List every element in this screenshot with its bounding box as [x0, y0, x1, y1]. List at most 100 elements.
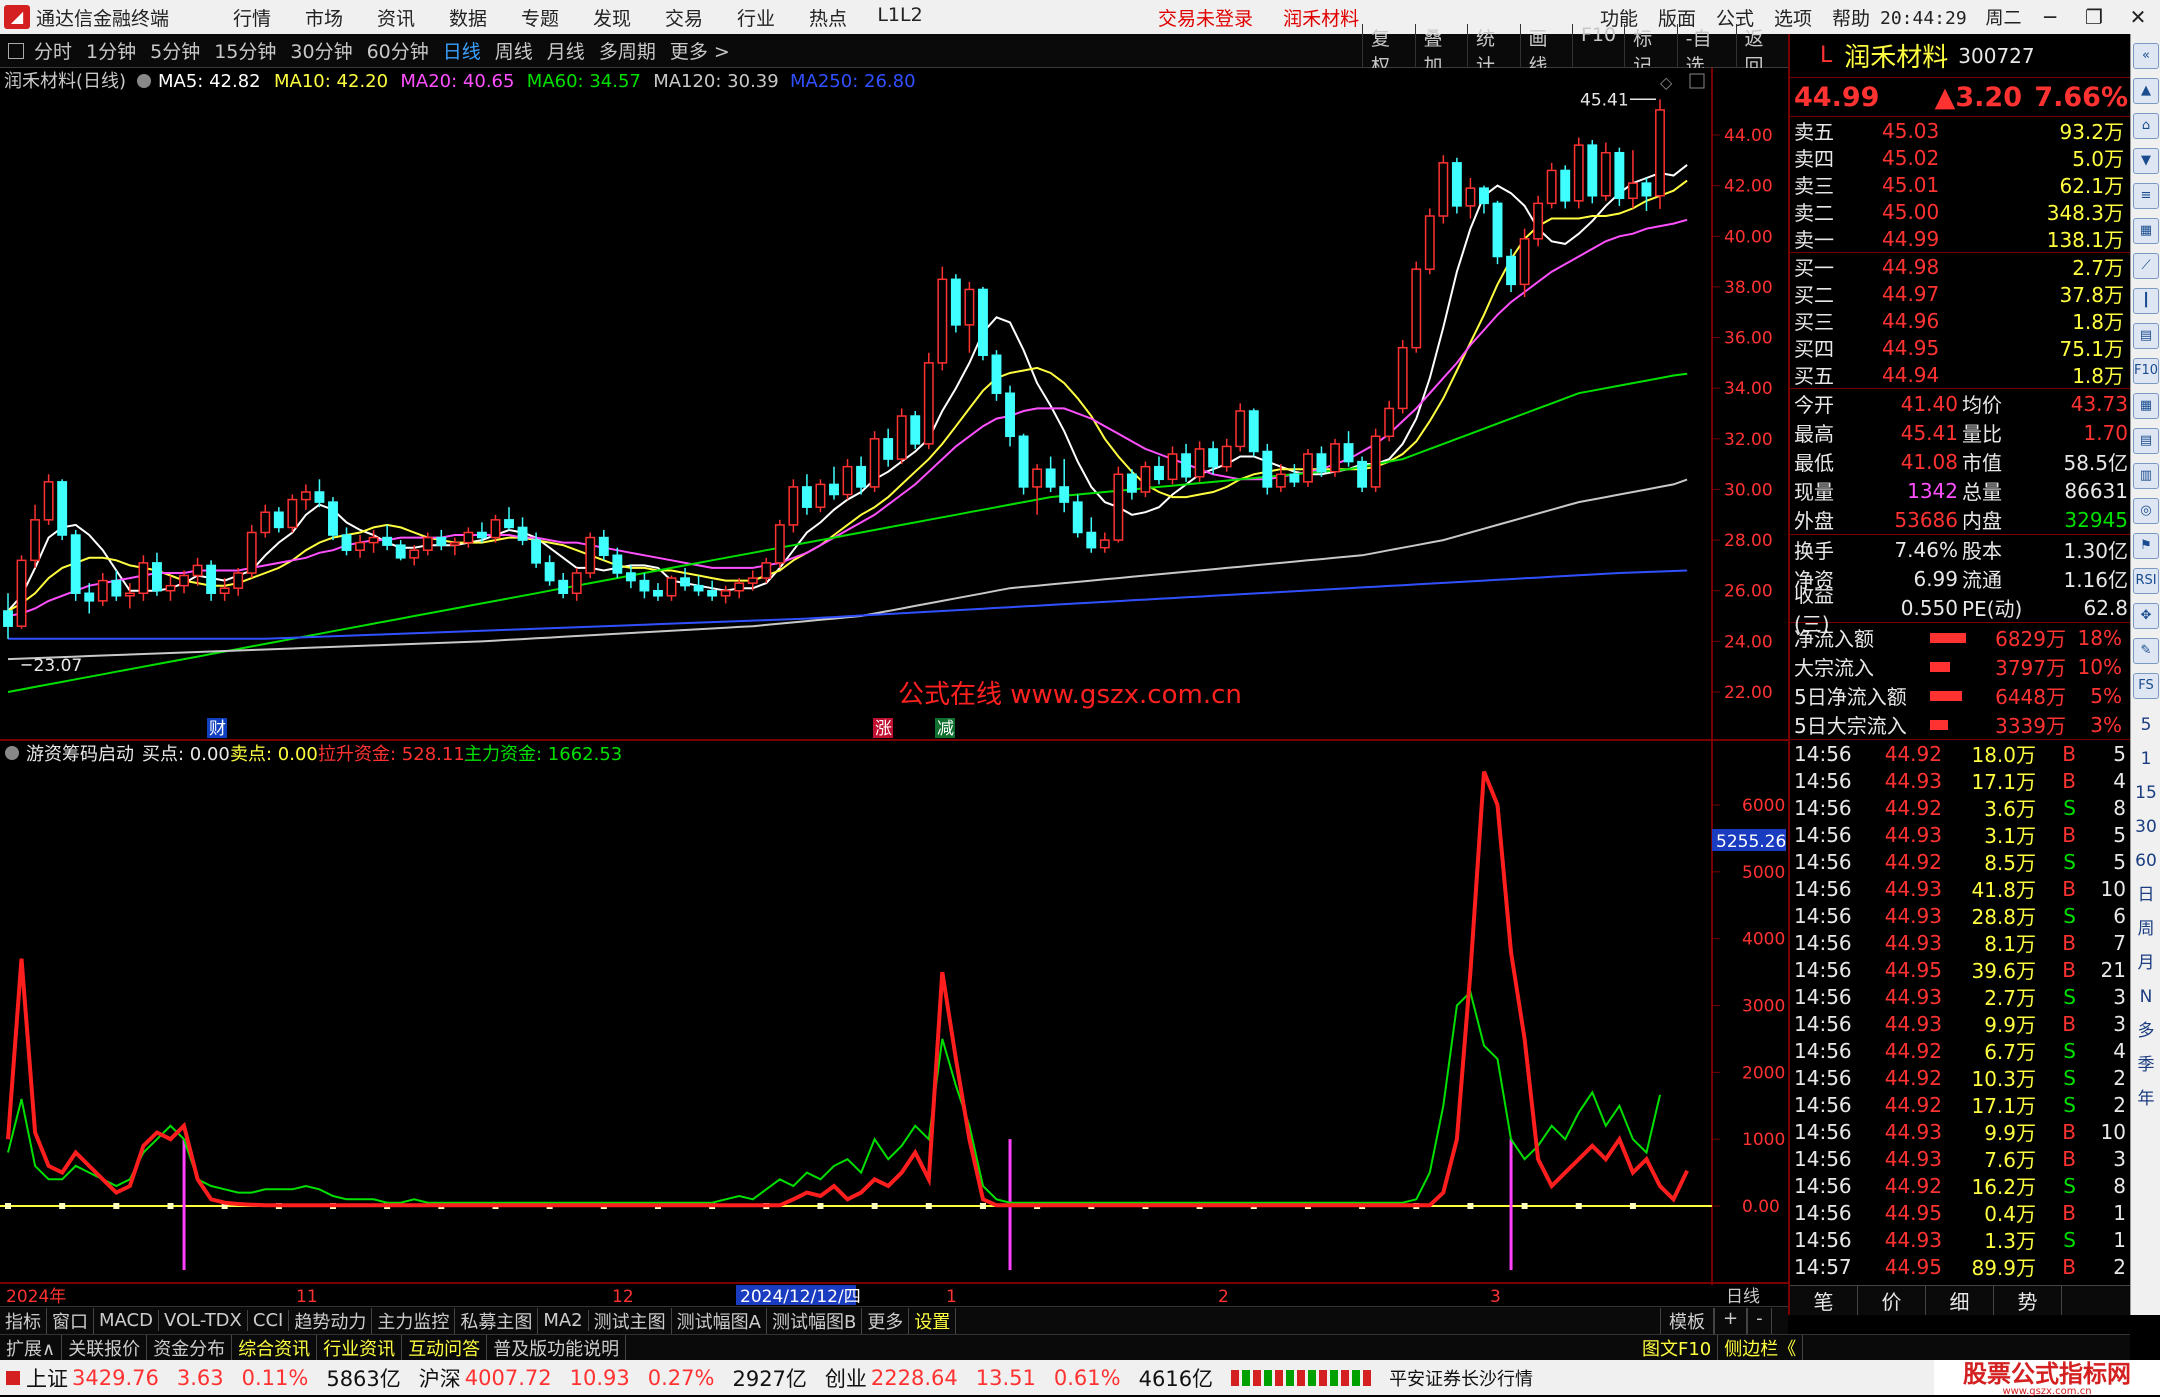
indicator-tab[interactable]: 更多: [862, 1307, 910, 1334]
period-tab[interactable]: 分时: [34, 37, 72, 64]
quote-stock-name[interactable]: 润禾材料: [1844, 37, 1948, 74]
nav-up-icon[interactable]: ▲: [2133, 78, 2159, 104]
circle-icon[interactable]: ◎: [2133, 498, 2159, 524]
extension-tab[interactable]: 综合资讯: [232, 1334, 318, 1361]
template-button[interactable]: 模板: [1660, 1307, 1714, 1334]
period-tab[interactable]: 多周期: [599, 37, 656, 64]
side-period-button[interactable]: 60: [2131, 844, 2160, 878]
move-icon[interactable]: ✥: [2133, 603, 2159, 629]
current-stock-link[interactable]: 润禾材料: [1283, 8, 1359, 30]
layout-toggle-icon[interactable]: [8, 42, 24, 59]
indicator-tab[interactable]: 私募主图: [455, 1307, 539, 1334]
menu-item[interactable]: 热点: [792, 4, 864, 31]
extension-tab[interactable]: 扩展∧: [0, 1334, 63, 1361]
pen-icon[interactable]: ✎: [2133, 638, 2159, 664]
period-tab-daily[interactable]: 日线: [443, 37, 481, 64]
restore-icon[interactable]: ❐: [2072, 0, 2116, 34]
period-tab[interactable]: 30分钟: [290, 37, 352, 64]
template-button[interactable]: +: [1714, 1307, 1748, 1334]
indicator-tab[interactable]: 指标: [0, 1307, 47, 1334]
indicator-tab[interactable]: 测试幅图A: [672, 1307, 767, 1334]
menu-item[interactable]: 发现: [576, 4, 648, 31]
period-tab[interactable]: 5分钟: [150, 37, 200, 64]
candle-icon[interactable]: ┃: [2133, 288, 2159, 314]
side-period-button[interactable]: 月: [2131, 946, 2160, 980]
quote-tab[interactable]: 细: [1926, 1286, 1994, 1315]
list-icon[interactable]: ≡: [2133, 183, 2159, 209]
chart-area[interactable]: 润禾材料(日线) MA5: 42.82 MA10: 42.20 MA20: 40.6…: [0, 68, 1788, 1315]
indicator-tab[interactable]: 设置: [909, 1307, 957, 1334]
side-period-button[interactable]: 1: [2131, 742, 2160, 776]
side-period-button[interactable]: 日: [2131, 878, 2160, 912]
indicator-tab[interactable]: CCI: [248, 1310, 290, 1331]
side-period-button[interactable]: 15: [2131, 776, 2160, 810]
side-period-button[interactable]: 多: [2131, 1014, 2160, 1048]
quote-tab[interactable]: 价: [1858, 1286, 1926, 1315]
indicator-tab[interactable]: 窗口: [47, 1307, 94, 1334]
indicator-settings-icon[interactable]: [5, 746, 19, 760]
indicator-tab[interactable]: MACD: [94, 1310, 159, 1331]
side-period-button[interactable]: 年: [2131, 1082, 2160, 1116]
flag-icon[interactable]: ⚑: [2133, 533, 2159, 559]
indicator-tab[interactable]: MA2: [538, 1310, 589, 1331]
extension-right-button[interactable]: 侧边栏《: [1718, 1334, 1804, 1361]
fs-icon[interactable]: FS: [2133, 673, 2159, 699]
table-icon[interactable]: ▦: [2133, 218, 2159, 244]
calc-icon[interactable]: ▤: [2133, 428, 2159, 454]
period-tab[interactable]: 60分钟: [367, 37, 429, 64]
side-period-button[interactable]: 周: [2131, 912, 2160, 946]
close-icon[interactable]: ✕: [2116, 0, 2160, 34]
minimize-icon[interactable]: ─: [2028, 0, 2072, 34]
nav-down-icon[interactable]: ▼: [2133, 148, 2159, 174]
diamond-icon[interactable]: ◇: [1660, 73, 1673, 92]
menu-item[interactable]: 数据: [432, 4, 504, 31]
kline-chart[interactable]: 润禾材料(日线) MA5: 42.82 MA10: 42.20 MA20: 40.6…: [0, 68, 1788, 1307]
menu-item[interactable]: 专题: [504, 4, 576, 31]
quote-tab[interactable]: 势: [1994, 1286, 2062, 1315]
collapse-icon[interactable]: «: [2133, 43, 2159, 69]
more-periods-button[interactable]: 更多 >: [670, 37, 730, 64]
cy-name[interactable]: 创业: [825, 1363, 867, 1393]
side-period-button[interactable]: 30: [2131, 810, 2160, 844]
menu-item[interactable]: 交易: [648, 4, 720, 31]
extension-tab[interactable]: 普及版功能说明: [487, 1334, 627, 1361]
pool-icon[interactable]: ▥: [2133, 463, 2159, 489]
sh-name[interactable]: 上证: [26, 1363, 68, 1393]
indicator-tab[interactable]: 测试主图: [589, 1307, 672, 1334]
trade-login-link[interactable]: 交易未登录: [1158, 8, 1253, 30]
template-button[interactable]: -: [1747, 1307, 1772, 1334]
f10-icon[interactable]: F10: [2133, 358, 2159, 384]
legend-settings-icon[interactable]: [137, 74, 151, 88]
menu-item[interactable]: 行业: [720, 4, 792, 31]
quote-tab[interactable]: 笔: [1790, 1286, 1858, 1315]
period-tab[interactable]: 周线: [495, 37, 533, 64]
side-period-button[interactable]: 5: [2131, 708, 2160, 742]
indicator-tab[interactable]: 趋势动力: [289, 1307, 373, 1334]
chart-line-icon[interactable]: ⟋: [2133, 253, 2159, 279]
period-tab[interactable]: 月线: [547, 37, 585, 64]
extension-tab[interactable]: 关联报价: [62, 1334, 148, 1361]
menu-item[interactable]: 帮助: [1822, 4, 1880, 31]
hs-name[interactable]: 沪深: [419, 1363, 461, 1393]
menu-item[interactable]: 资讯: [360, 4, 432, 31]
extension-tab[interactable]: 行业资讯: [317, 1334, 403, 1361]
period-tab[interactable]: 15分钟: [214, 37, 276, 64]
extension-right-button[interactable]: 图文F10: [1636, 1334, 1719, 1361]
extension-tab[interactable]: 资金分布: [147, 1334, 233, 1361]
extension-tab[interactable]: 互动问答: [402, 1334, 488, 1361]
news-icon[interactable]: ▤: [2133, 323, 2159, 349]
marker-jian[interactable]: 减: [937, 719, 954, 739]
indicator-tab[interactable]: VOL-TDX: [159, 1310, 248, 1331]
menu-item[interactable]: 行情: [216, 4, 288, 31]
period-tab[interactable]: 1分钟: [86, 37, 136, 64]
menu-item[interactable]: L1L2: [864, 4, 936, 31]
side-period-button[interactable]: 季: [2131, 1048, 2160, 1082]
menu-item[interactable]: 市场: [288, 4, 360, 31]
grid-icon[interactable]: ▦: [2133, 393, 2159, 419]
nav-home-icon[interactable]: ⌂: [2133, 113, 2159, 139]
indicator-tab[interactable]: 测试幅图B: [767, 1307, 863, 1334]
side-period-button[interactable]: N: [2131, 980, 2160, 1014]
indicator-tab[interactable]: 主力监控: [372, 1307, 456, 1334]
marker-zhang[interactable]: 涨: [875, 719, 892, 739]
marker-cai[interactable]: 财: [209, 719, 226, 739]
